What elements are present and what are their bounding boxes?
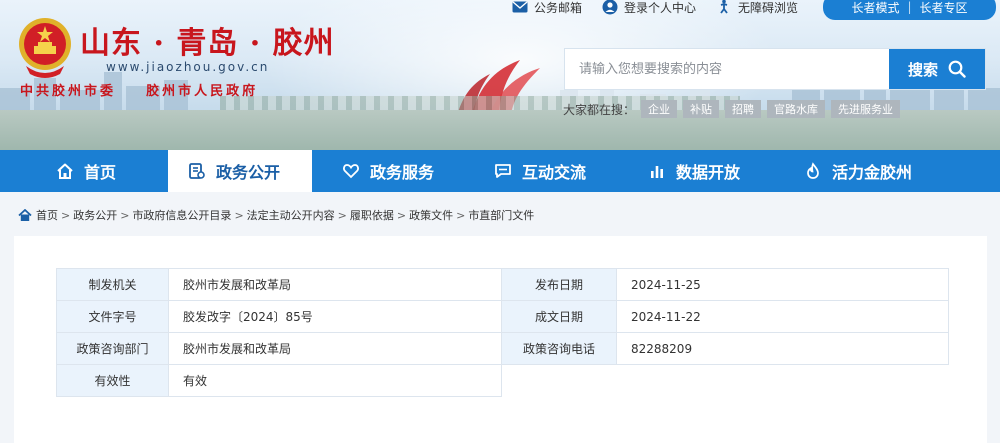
table-row: 有效性 有效 — [56, 364, 949, 397]
doc-number-label: 文件字号 — [56, 300, 169, 333]
hot-word[interactable]: 补贴 — [683, 100, 720, 118]
table-row: 政策咨询部门 胶州市发展和改革局 政策咨询电话 82288209 — [56, 332, 949, 365]
search-icon — [948, 60, 966, 78]
nav-open-data[interactable]: 数据开放 — [618, 150, 762, 192]
empty-cell — [502, 365, 949, 397]
mail-link[interactable]: 公务邮箱 — [512, 0, 582, 16]
doc-number-value: 胶发改字〔2024〕85号 — [168, 300, 502, 333]
top-links: 公务邮箱 登录个人中心 无障碍浏览 — [512, 0, 798, 16]
elder-mode-button[interactable]: 长者模式 — [851, 0, 899, 16]
breadcrumb: 首页 > 政务公开 > 市政府信息公开目录 > 法定主动公开内容 > 履职依据 > 政策文… — [18, 207, 534, 223]
hot-searches: 大家都在搜： 企业 补贴 招聘 官路水库 先进服务业 — [563, 100, 901, 118]
created-date-value: 2024-11-22 — [616, 300, 949, 333]
search-button[interactable]: 搜索 — [889, 49, 985, 89]
created-date-label: 成文日期 — [501, 300, 617, 333]
breadcrumb-separator: > — [396, 208, 407, 222]
accessibility-icon — [720, 0, 728, 14]
bar-chart-icon — [648, 162, 666, 180]
consult-dept-value: 胶州市发展和改革局 — [168, 332, 502, 365]
breadcrumb-separator: > — [61, 208, 71, 222]
home-icon — [56, 162, 74, 180]
accessibility-link[interactable]: 无障碍浏览 — [716, 0, 798, 16]
hot-word[interactable]: 企业 — [641, 100, 678, 118]
breadcrumb-separator: > — [234, 208, 244, 222]
site-url: www.jiaozhou.gov.cn — [106, 60, 270, 74]
nav-interaction[interactable]: 互动交流 — [464, 150, 618, 192]
breadcrumb-item[interactable]: 市直部门文件 — [468, 207, 534, 223]
consult-phone-value: 82288209 — [616, 332, 949, 365]
nav-gov-services[interactable]: 政务服务 — [312, 150, 464, 192]
nav-vitality[interactable]: 活力金胶州 — [762, 150, 1000, 192]
nav-gov-services-label: 政务服务 — [370, 163, 435, 182]
elder-zone-button[interactable]: 长者专区 — [920, 0, 968, 16]
login-link[interactable]: 登录个人中心 — [602, 0, 696, 16]
consult-dept-label: 政策咨询部门 — [56, 332, 169, 365]
nav-open-data-label: 数据开放 — [676, 163, 741, 182]
validity-label: 有效性 — [56, 364, 169, 397]
pill-divider: | — [907, 0, 912, 14]
accessibility-link-label: 无障碍浏览 — [738, 0, 799, 15]
nav-vitality-label: 活力金胶州 — [832, 163, 913, 182]
heart-icon — [342, 162, 360, 180]
issuer-value: 胶州市发展和改革局 — [168, 268, 502, 301]
nav-gov-affairs-label: 政务公开 — [216, 163, 281, 182]
breadcrumb-item[interactable]: 首页 — [36, 207, 58, 223]
hot-word[interactable]: 招聘 — [725, 100, 762, 118]
user-icon — [602, 0, 618, 15]
search-button-label: 搜索 — [907, 60, 938, 79]
validity-value: 有效 — [168, 364, 502, 397]
breadcrumb-separator: > — [456, 208, 466, 222]
mail-link-label: 公务邮箱 — [534, 0, 583, 15]
site-title: 山东 · 青岛 · 胶州 — [80, 26, 335, 61]
nav-home-label: 首页 — [84, 163, 117, 182]
document-icon — [188, 162, 206, 180]
main-nav: 首页 政务公开 政务服务 互动交流 数据开放 活力金胶州 — [0, 150, 1000, 192]
breadcrumb-item[interactable]: 履职依据 — [350, 207, 394, 223]
table-row: 制发机关 胶州市发展和改革局 发布日期 2024-11-25 — [56, 268, 949, 301]
breadcrumb-item[interactable]: 政策文件 — [409, 207, 453, 223]
header-banner: 山东 · 青岛 · 胶州 www.jiaozhou.gov.cn 中共胶州市委 … — [0, 0, 1000, 150]
nav-interaction-label: 互动交流 — [522, 163, 587, 182]
chat-icon — [494, 162, 512, 180]
hot-word[interactable]: 官路水库 — [767, 100, 826, 118]
site-subtitle: 中共胶州市委 胶州市人民政府 — [20, 84, 259, 99]
flame-icon — [804, 162, 822, 180]
login-link-label: 登录个人中心 — [624, 0, 697, 15]
mail-icon — [512, 1, 528, 13]
breadcrumb-separator: > — [337, 208, 347, 222]
breadcrumb-item[interactable]: 法定主动公开内容 — [247, 207, 335, 223]
issuer-label: 制发机关 — [56, 268, 169, 301]
breadcrumb-item[interactable]: 市政府信息公开目录 — [132, 207, 231, 223]
home-icon — [18, 208, 32, 221]
breadcrumb-item[interactable]: 政务公开 — [73, 207, 117, 223]
nav-gov-affairs[interactable]: 政务公开 — [168, 150, 312, 192]
nav-home[interactable]: 首页 — [0, 150, 168, 192]
document-info-table: 制发机关 胶州市发展和改革局 发布日期 2024-11-25 文件字号 胶发改字… — [56, 268, 949, 397]
publish-date-value: 2024-11-25 — [616, 268, 949, 301]
national-emblem-icon — [19, 18, 71, 78]
hot-word[interactable]: 先进服务业 — [831, 100, 901, 118]
publish-date-label: 发布日期 — [501, 268, 617, 301]
elder-mode-pill: 长者模式 | 长者专区 — [823, 0, 996, 20]
breadcrumb-separator: > — [120, 208, 130, 222]
search-input[interactable] — [565, 49, 889, 89]
table-row: 文件字号 胶发改字〔2024〕85号 成文日期 2024-11-22 — [56, 300, 949, 333]
hot-searches-label: 大家都在搜： — [563, 102, 636, 117]
search-box: 搜索 — [564, 48, 986, 90]
consult-phone-label: 政策咨询电话 — [501, 332, 617, 365]
